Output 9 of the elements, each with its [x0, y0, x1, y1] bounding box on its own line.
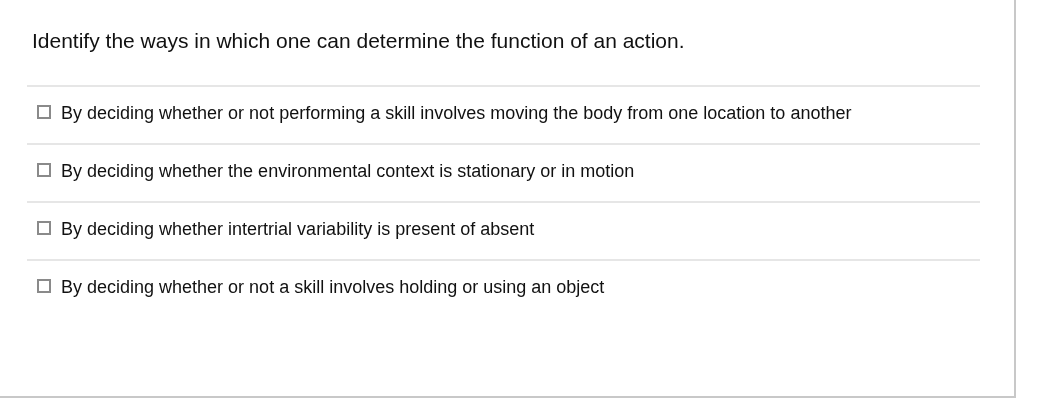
checkbox[interactable]: [37, 221, 51, 235]
checkbox[interactable]: [37, 279, 51, 293]
question-text: Identify the ways in which one can determine the function of an action.: [32, 28, 686, 54]
option-label: By deciding whether or not a skill involves holding or using an object: [61, 276, 605, 299]
option-label: By deciding whether the environmental context is stationary or in motion: [61, 160, 635, 183]
checkbox[interactable]: [37, 163, 51, 177]
option-label: By deciding whether intertrial variability is present of absent: [61, 218, 535, 241]
checkbox[interactable]: [37, 105, 51, 119]
option-label: By deciding whether or not performing a skill involves moving the body from one location to another: [61, 102, 852, 125]
